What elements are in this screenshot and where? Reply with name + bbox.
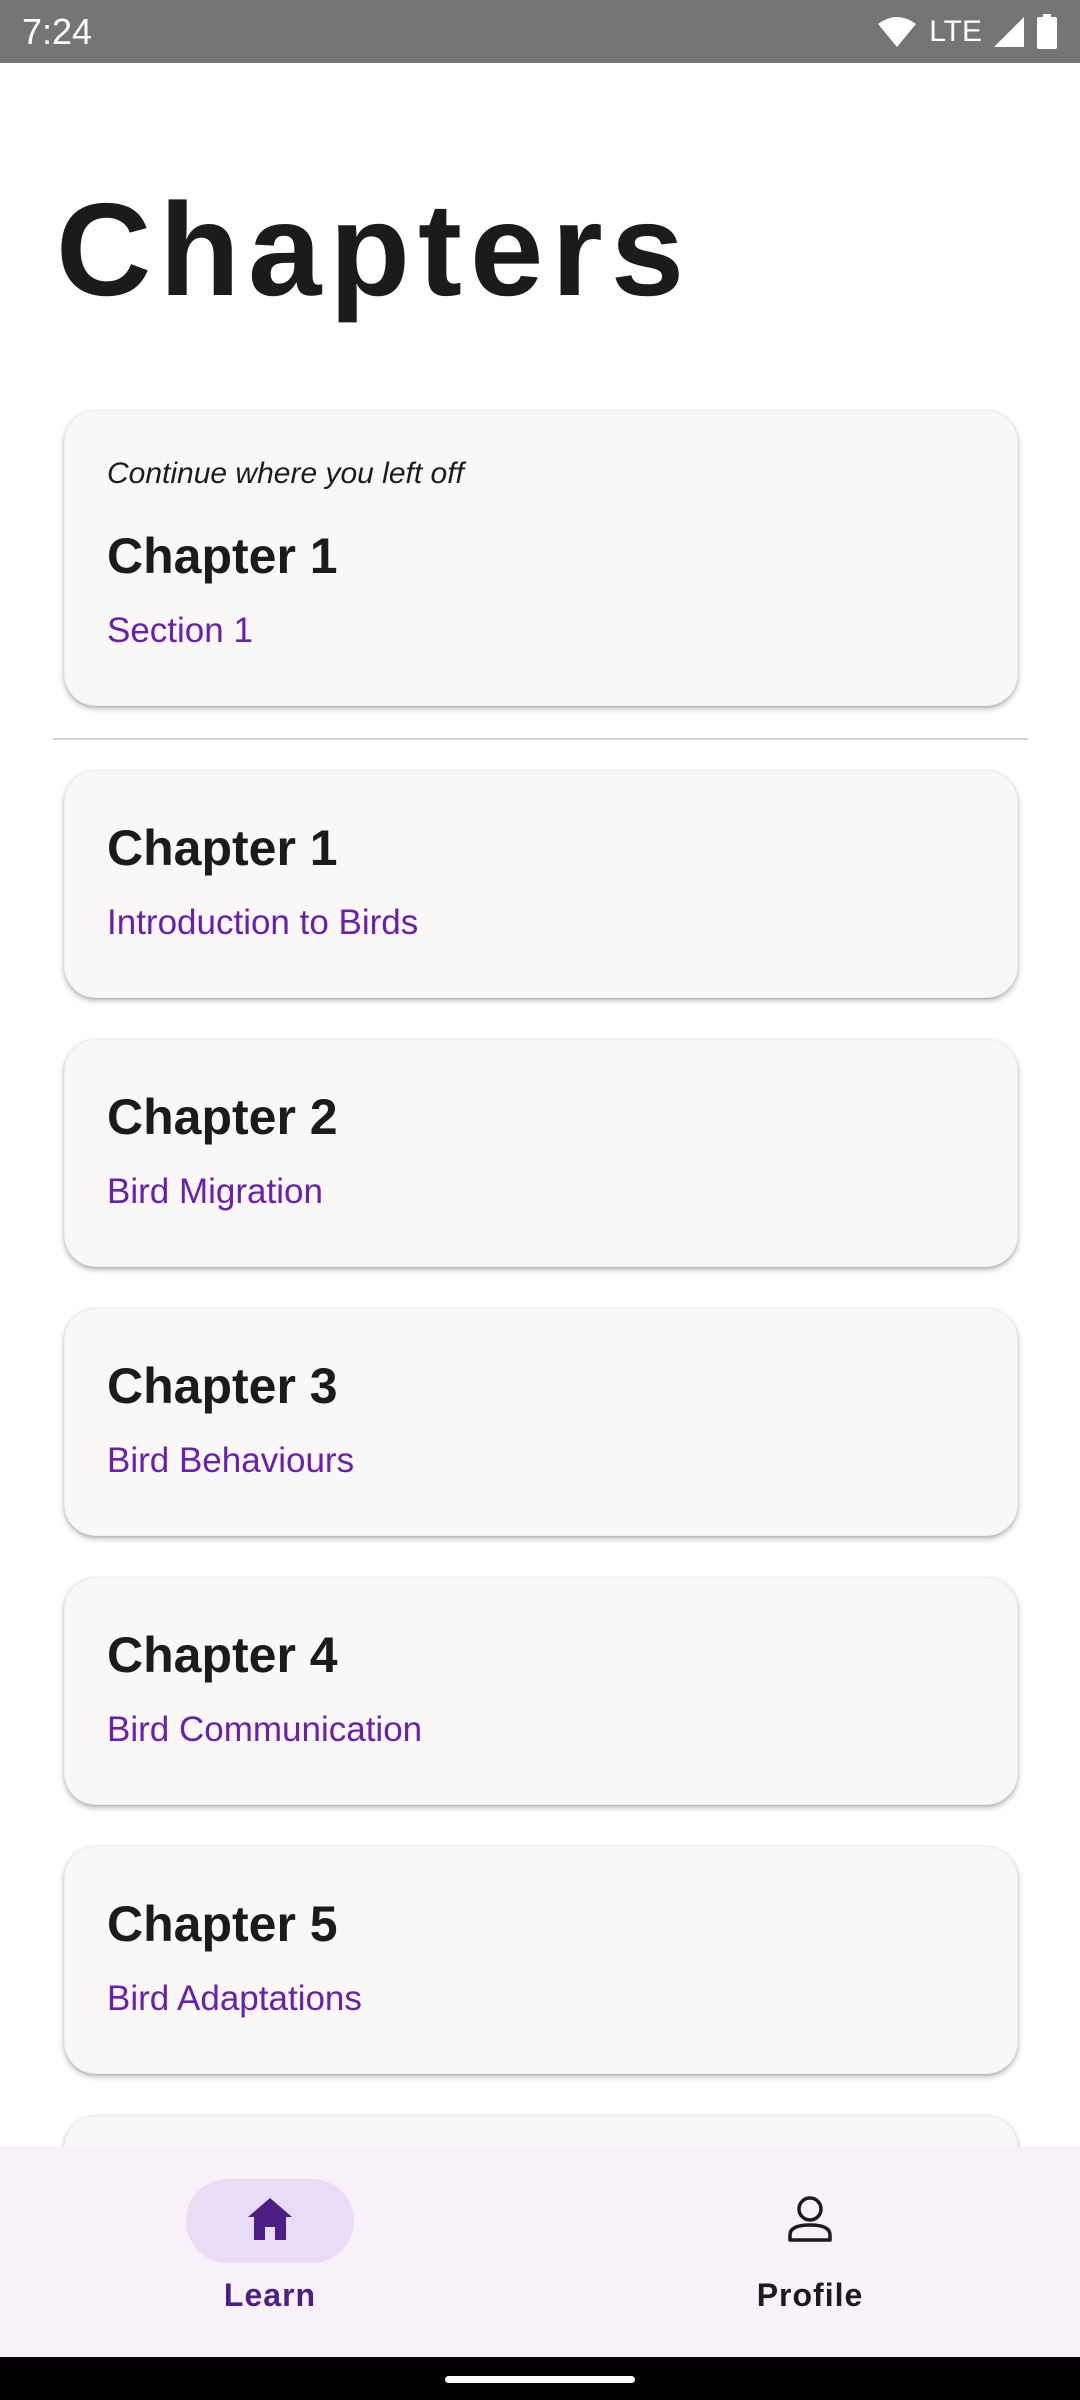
continue-card[interactable]: Continue where you left off Chapter 1 Se…: [64, 410, 1018, 706]
chapter-card[interactable]: Chapter 2 Bird Migration: [64, 1039, 1018, 1267]
chapter-title: Chapter 1: [107, 820, 338, 876]
chapter-subtitle: Bird Behaviours: [107, 1441, 355, 1480]
network-type: LTE: [929, 14, 982, 48]
person-icon: [785, 2194, 835, 2249]
chapter-title: Chapter 3: [107, 1358, 338, 1414]
chapter-card[interactable]: Chapter 5 Bird Adaptations: [64, 1846, 1018, 2074]
chapter-subtitle: Introduction to Birds: [107, 903, 419, 942]
continue-chapter-title: Chapter 1: [107, 528, 338, 584]
chapter-card[interactable]: Chapter 4 Bird Communication: [64, 1577, 1018, 1805]
chapter-title: Chapter 4: [107, 1627, 338, 1683]
chapter-subtitle: Bird Migration: [107, 1172, 323, 1211]
continue-caption: Continue where you left off: [107, 457, 464, 490]
status-bar: 7:24 LTE: [0, 0, 1080, 63]
nav-item-learn[interactable]: Learn: [120, 2147, 420, 2357]
home-icon: [245, 2196, 295, 2247]
chapter-title: Chapter 2: [107, 1089, 338, 1145]
screen: 7:24 LTE Chapters Continue where you lef…: [0, 0, 1080, 2400]
cell-signal-icon: [992, 15, 1026, 49]
battery-icon: [1036, 13, 1058, 50]
nav-label-profile: Profile: [756, 2277, 864, 2313]
status-icons: LTE: [877, 13, 1058, 50]
wifi-icon: [877, 16, 917, 48]
divider: [53, 738, 1028, 740]
status-time: 7:24: [22, 10, 93, 52]
chapter-card[interactable]: Chapter 3 Bird Behaviours: [64, 1308, 1018, 1536]
chapter-subtitle: Bird Communication: [107, 1710, 423, 1749]
chapter-title: Chapter 5: [107, 1896, 338, 1952]
bottom-nav: Learn Profile: [0, 2147, 1080, 2357]
gesture-bar: [0, 2357, 1080, 2400]
page-title: Chapters: [56, 176, 693, 323]
home-gesture-handle[interactable]: [445, 2376, 635, 2383]
nav-active-indicator: [186, 2179, 354, 2263]
chapter-subtitle: Bird Adaptations: [107, 1979, 362, 2018]
chapter-card[interactable]: Chapter 1 Introduction to Birds: [64, 770, 1018, 998]
continue-section-label: Section 1: [107, 611, 253, 650]
nav-label-learn: Learn: [223, 2277, 317, 2313]
nav-icon-container: [726, 2179, 894, 2263]
nav-item-profile[interactable]: Profile: [660, 2147, 960, 2357]
